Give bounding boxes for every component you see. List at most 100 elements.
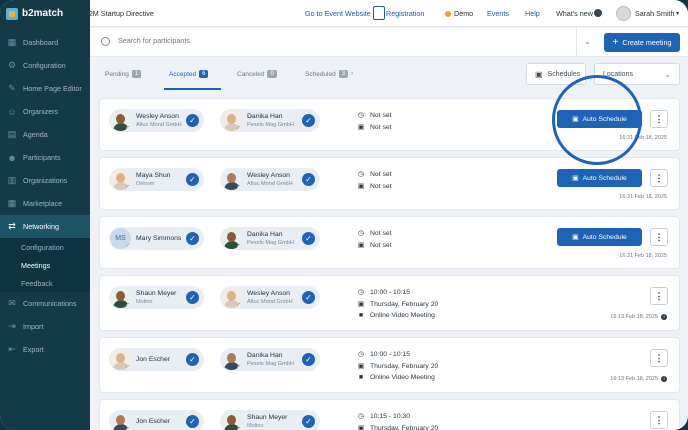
auto-schedule-button[interactable]: ▣ Auto Schedule — [557, 169, 642, 187]
participant-pill[interactable]: Wesley Anson Altuc Mond GmbH ✓ — [109, 109, 204, 132]
tab-label: Pending — [105, 70, 129, 78]
avatar — [110, 411, 131, 430]
tab-accepted[interactable]: Accepted 6 — [169, 70, 209, 78]
meeting-date-text: Thursday, February 20 — [370, 300, 439, 308]
sidebar-item-organizations[interactable]: ▥ Organizations — [0, 169, 90, 192]
sidebar-item-export[interactable]: ⇤ Export — [0, 338, 90, 361]
sidebar-item-marketplace[interactable]: ▦ Marketplace — [0, 192, 90, 215]
meeting-card: Jon Escher ✓ Shaun Meyer Molino ✓ ◷ 10:15 - 10… — [99, 399, 680, 430]
more-options-button[interactable]: ⋮ — [650, 287, 668, 305]
participant-pill[interactable]: Maya Shun Orloom ✓ — [109, 168, 204, 191]
participant-pill[interactable]: Danika Han Pexels Mag GmbH ✓ — [220, 227, 320, 250]
chevron-down-icon[interactable]: ▾ — [676, 10, 679, 17]
demo-label[interactable]: Demo — [454, 9, 473, 18]
meeting-time: ◷ 10:00 - 10:15 — [357, 288, 410, 297]
active-tab-underline — [164, 88, 221, 90]
status-icon — [237, 303, 242, 308]
participant-pill[interactable]: Jon Escher ✓ — [109, 410, 204, 430]
clock-icon: ◷ — [357, 351, 365, 358]
meeting-time: ◷ Not set — [357, 170, 392, 179]
users-icon: ☻ — [7, 152, 17, 163]
meeting-card: MS Mary Simmons ✓ Danika Han Pexels Mag GmbH… — [99, 216, 680, 269]
notification-icon — [594, 9, 602, 17]
registration-link[interactable]: Registration — [386, 9, 424, 18]
whats-new-link[interactable]: What's new — [556, 9, 593, 18]
more-options-button[interactable]: ⋮ — [650, 169, 668, 187]
sidebar-item-dashboard[interactable]: ▦ Dashboard — [0, 31, 90, 54]
chat-icon: ✉ — [8, 298, 16, 308]
help-link[interactable]: Help — [525, 9, 540, 18]
participant-name: Danika Han — [247, 112, 283, 120]
participant-org: Altuc Mond GmbH — [247, 298, 293, 305]
participant-name: Jon Escher — [136, 355, 171, 363]
sidebar-item-label: Export — [23, 345, 44, 354]
calendar-icon: ▣ — [535, 69, 543, 79]
tab-pending[interactable]: Pending 1 — [105, 70, 142, 78]
tabs-row: Pending 1 Accepted 6 Canceled 0 Schedule… — [90, 58, 688, 91]
timestamp-text: 16:13 Feb 18, 2025 — [610, 376, 658, 382]
user-name[interactable]: Sarah Smith — [635, 9, 675, 18]
tab-count-badge: 6 — [199, 70, 209, 78]
participant-pill[interactable]: Shaun Meyer Molino ✓ — [109, 286, 204, 309]
create-meeting-button[interactable]: + Create meeting — [604, 33, 680, 52]
events-link[interactable]: Events — [487, 9, 509, 18]
status-icon — [237, 126, 242, 131]
avatar — [221, 228, 242, 249]
sidebar-item-import[interactable]: ⇥ Import — [0, 315, 90, 338]
sidebar-subitem-meetings[interactable]: Meetings — [0, 256, 90, 274]
avatar-initials: MS — [115, 235, 126, 242]
more-options-button[interactable]: ⋮ — [650, 110, 668, 128]
info-icon[interactable]: i — [661, 376, 667, 382]
more-options-button[interactable]: ⋮ — [650, 411, 668, 429]
export-icon: ⇤ — [8, 344, 16, 354]
timestamp: 16:13 Feb 18, 2025 i — [610, 314, 667, 320]
logo[interactable]: b2match — [0, 0, 90, 27]
auto-schedule-button[interactable]: ▣ Auto Schedule — [557, 110, 642, 128]
app-window: b2match ▦ Dashboard ⚙ Configuration ✎ Ho… — [0, 0, 688, 430]
sidebar-subitem-feedback[interactable]: Feedback — [0, 274, 90, 292]
sidebar-subitem-configuration[interactable]: Configuration — [0, 238, 90, 256]
calendar-icon: ▣ — [357, 183, 365, 190]
schedules-button[interactable]: ▣ Schedules — [526, 63, 586, 85]
user-avatar[interactable] — [616, 6, 631, 21]
sidebar-item-organizers[interactable]: ☺ Organizers — [0, 100, 90, 123]
more-options-button[interactable]: ⋮ — [650, 228, 668, 246]
meeting-time: ◷ Not set — [357, 229, 392, 238]
auto-schedule-button[interactable]: ▣ Auto Schedule — [557, 228, 642, 246]
tab-scheduled[interactable]: Scheduled 3 › — [305, 70, 353, 78]
participant-org: Molino — [136, 298, 153, 305]
create-meeting-label: Create meeting — [622, 38, 672, 47]
kebab-icon: ⋮ — [654, 352, 664, 363]
tab-canceled[interactable]: Canceled 0 — [237, 70, 277, 78]
tab-label: Scheduled — [305, 70, 336, 78]
sidebar-item-participants[interactable]: ☻ Participants — [0, 146, 90, 169]
participant-pill[interactable]: Shaun Meyer Molino ✓ — [220, 410, 320, 430]
user-icon: ☺ — [7, 106, 17, 117]
sidebar-item-configuration[interactable]: ⚙ Configuration — [0, 54, 90, 77]
timestamp: 16:13 Feb 18, 2025 i — [610, 376, 667, 382]
participant-pill[interactable]: Jon Escher ✓ — [109, 348, 204, 371]
accepted-check-icon: ✓ — [302, 232, 315, 245]
info-icon[interactable]: i — [661, 314, 667, 320]
sidebar-item-communications[interactable]: ✉ Communications — [0, 292, 90, 315]
locations-select[interactable]: Locations ⌄ — [594, 63, 680, 85]
participant-pill[interactable]: Danika Han Pexels Mag GmbH ✓ — [220, 348, 320, 371]
participant-org: Pexels Mag GmbH — [247, 239, 294, 246]
sidebar-item-home-page-editor[interactable]: ✎ Home Page Editor — [0, 77, 90, 100]
sidebar-item-label: Dashboard — [23, 38, 59, 47]
sidebar-item-networking[interactable]: ⇄ Networking — [0, 215, 90, 238]
avatar — [221, 110, 242, 131]
participant-pill[interactable]: Wesley Anson Altuc Mond GmbH ✓ — [220, 286, 320, 309]
participant-pill[interactable]: MS Mary Simmons ✓ — [109, 227, 204, 250]
participant-org: Pexels Mag GmbH — [247, 360, 294, 367]
meeting-date-text: Thursday, February 20 — [370, 424, 439, 430]
participant-pill[interactable]: Danika Han Pexels Mag GmbH ✓ — [220, 109, 320, 132]
go-to-event-link[interactable]: Go to Event Website — [305, 9, 371, 18]
participant-pill[interactable]: Wesley Anson Altuc Mond GmbH ✓ — [220, 168, 320, 191]
more-options-button[interactable]: ⋮ — [650, 349, 668, 367]
search-input[interactable] — [118, 36, 418, 45]
chevron-down-icon[interactable]: ⌄ — [584, 37, 591, 46]
calendar-icon: ▣ — [572, 234, 579, 241]
sidebar-item-agenda[interactable]: ▤ Agenda — [0, 123, 90, 146]
calendar-icon: ▣ — [357, 301, 365, 308]
